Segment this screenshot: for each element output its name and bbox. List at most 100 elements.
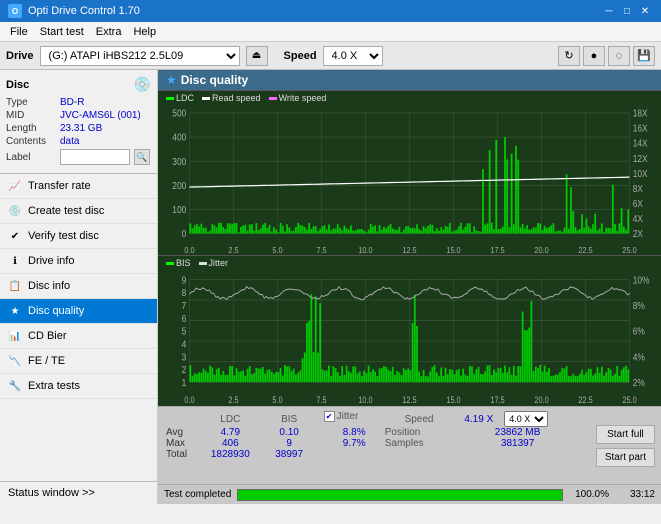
svg-text:12X: 12X: [633, 153, 648, 164]
svg-text:18X: 18X: [633, 108, 648, 119]
verify-test-disc-icon: ✔: [8, 229, 22, 243]
speed-select[interactable]: 4.0 X: [323, 46, 383, 66]
length-label: Length: [6, 123, 56, 134]
progress-status-label: Test completed: [164, 489, 231, 500]
main-layout: Disc 💿 Type BD-R MID JVC-AMS6L (001) Len…: [0, 70, 661, 504]
speed-dropdown[interactable]: 4.0 X: [504, 411, 548, 427]
nav-cd-bier[interactable]: 📊 CD Bier: [0, 324, 157, 349]
ldc-chart: LDC Read speed Write speed 5004003002001…: [158, 91, 661, 256]
writespeed-legend-item: Write speed: [269, 93, 327, 103]
label-btn[interactable]: 🔍: [134, 149, 150, 165]
nav-extra-tests[interactable]: 🔧 Extra tests: [0, 374, 157, 399]
menu-start-test[interactable]: Start test: [34, 25, 90, 39]
svg-text:8%: 8%: [633, 301, 646, 313]
nav-drive-info[interactable]: ℹ Drive info: [0, 249, 157, 274]
disc-contents-row: Contents data: [6, 136, 151, 147]
menu-help[interactable]: Help: [127, 25, 162, 39]
nav-fe-te-label: FE / TE: [28, 355, 65, 367]
menubar: File Start test Extra Help: [0, 22, 661, 42]
svg-text:6%: 6%: [633, 326, 646, 338]
bis-legend-dot: [166, 262, 174, 265]
avg-jitter: 8.8%: [324, 427, 385, 438]
content-title: Disc quality: [181, 73, 248, 87]
svg-text:10%: 10%: [633, 275, 650, 287]
start-part-button[interactable]: Start part: [596, 448, 655, 467]
svg-text:10X: 10X: [633, 168, 648, 179]
disc-label-row: Label 🔍: [6, 149, 151, 165]
readspeed-legend-label: Read speed: [212, 93, 261, 103]
readspeed-legend-dot: [202, 97, 210, 100]
bis-legend-item: BIS: [166, 258, 191, 268]
nav-verify-test-disc[interactable]: ✔ Verify test disc: [0, 224, 157, 249]
svg-text:3: 3: [182, 352, 187, 364]
drivebar: Drive (G:) ATAPI iHBS212 2.5L09 ⏏ Speed …: [0, 42, 661, 70]
jitter-label: Jitter: [337, 411, 359, 422]
length-value: 23.31 GB: [60, 123, 102, 134]
svg-text:5.0: 5.0: [272, 246, 283, 256]
progress-bar-container: Test completed 100.0% 33:12: [158, 484, 661, 504]
position-label: Position: [385, 427, 454, 438]
jitter-legend-label: Jitter: [209, 258, 229, 268]
maximize-button[interactable]: □: [619, 4, 635, 18]
svg-text:16X: 16X: [633, 123, 648, 134]
titlebar: O Opti Drive Control 1.70 ─ □ ✕: [0, 0, 661, 22]
svg-text:5.0: 5.0: [272, 396, 283, 406]
refresh-button[interactable]: ↻: [558, 46, 580, 66]
avg-bis: 0.10: [265, 427, 314, 438]
burn-button[interactable]: ●: [583, 46, 605, 66]
svg-text:25.0: 25.0: [622, 246, 637, 256]
status-window-btn[interactable]: Status window >>: [0, 481, 157, 504]
erase-button[interactable]: ◌: [608, 46, 630, 66]
stats-table-container: LDC BIS ✔ Jitter Speed 4.19 X 4.0 X: [158, 407, 590, 484]
svg-text:20.0: 20.0: [534, 396, 549, 406]
stats-bar: LDC BIS ✔ Jitter Speed 4.19 X 4.0 X: [158, 406, 661, 484]
minimize-button[interactable]: ─: [601, 4, 617, 18]
chart1-legend: LDC Read speed Write speed: [166, 93, 326, 103]
menu-extra[interactable]: Extra: [90, 25, 128, 39]
svg-text:500: 500: [172, 108, 186, 119]
progress-track: [237, 489, 563, 501]
drive-select[interactable]: (G:) ATAPI iHBS212 2.5L09: [40, 46, 240, 66]
position-value: 23862 MB: [453, 427, 582, 438]
mid-label: MID: [6, 110, 56, 121]
col-speed-header: Speed: [385, 411, 454, 427]
svg-text:17.5: 17.5: [490, 396, 505, 406]
eject-button[interactable]: ⏏: [246, 46, 268, 66]
nav-fe-te[interactable]: 📉 FE / TE: [0, 349, 157, 374]
svg-text:9: 9: [182, 275, 187, 287]
progress-fill: [238, 490, 562, 500]
app-icon: O: [8, 4, 22, 18]
label-input[interactable]: [60, 149, 130, 165]
nav-create-test-disc[interactable]: 💿 Create test disc: [0, 199, 157, 224]
svg-text:15.0: 15.0: [446, 396, 461, 406]
svg-text:10.0: 10.0: [358, 396, 373, 406]
nav-disc-quality[interactable]: ★ Disc quality: [0, 299, 157, 324]
max-row-label: Max: [166, 438, 196, 449]
content-header: ★ Disc quality: [158, 70, 661, 91]
action-buttons: Start full Start part: [590, 407, 661, 484]
sidebar: Disc 💿 Type BD-R MID JVC-AMS6L (001) Len…: [0, 70, 158, 504]
total-row-label: Total: [166, 449, 196, 460]
svg-text:2: 2: [182, 365, 187, 377]
status-window-label: Status window >>: [8, 487, 95, 499]
ldc-chart-svg: 500400300200100018X16X14X12X10X8X6X4X2X0…: [158, 91, 661, 255]
disc-panel: Disc 💿 Type BD-R MID JVC-AMS6L (001) Len…: [0, 70, 157, 174]
svg-text:2X: 2X: [633, 229, 643, 240]
max-ldc: 406: [196, 438, 265, 449]
total-ldc: 1828930: [196, 449, 265, 460]
start-full-button[interactable]: Start full: [596, 425, 655, 444]
close-button[interactable]: ✕: [637, 4, 653, 18]
bis-legend-label: BIS: [176, 258, 191, 268]
drive-icon-bar: ↻ ● ◌ 💾: [558, 46, 655, 66]
save-button[interactable]: 💾: [633, 46, 655, 66]
contents-value: data: [60, 136, 79, 147]
jitter-checkbox[interactable]: ✔: [324, 411, 335, 422]
menu-file[interactable]: File: [4, 25, 34, 39]
disc-icon: 💿: [134, 76, 151, 93]
svg-text:4X: 4X: [633, 214, 643, 225]
extra-tests-icon: 🔧: [8, 379, 22, 393]
nav-transfer-rate[interactable]: 📈 Transfer rate: [0, 174, 157, 199]
ldc-legend-label: LDC: [176, 93, 194, 103]
nav-disc-info[interactable]: 📋 Disc info: [0, 274, 157, 299]
total-bis: 38997: [265, 449, 314, 460]
